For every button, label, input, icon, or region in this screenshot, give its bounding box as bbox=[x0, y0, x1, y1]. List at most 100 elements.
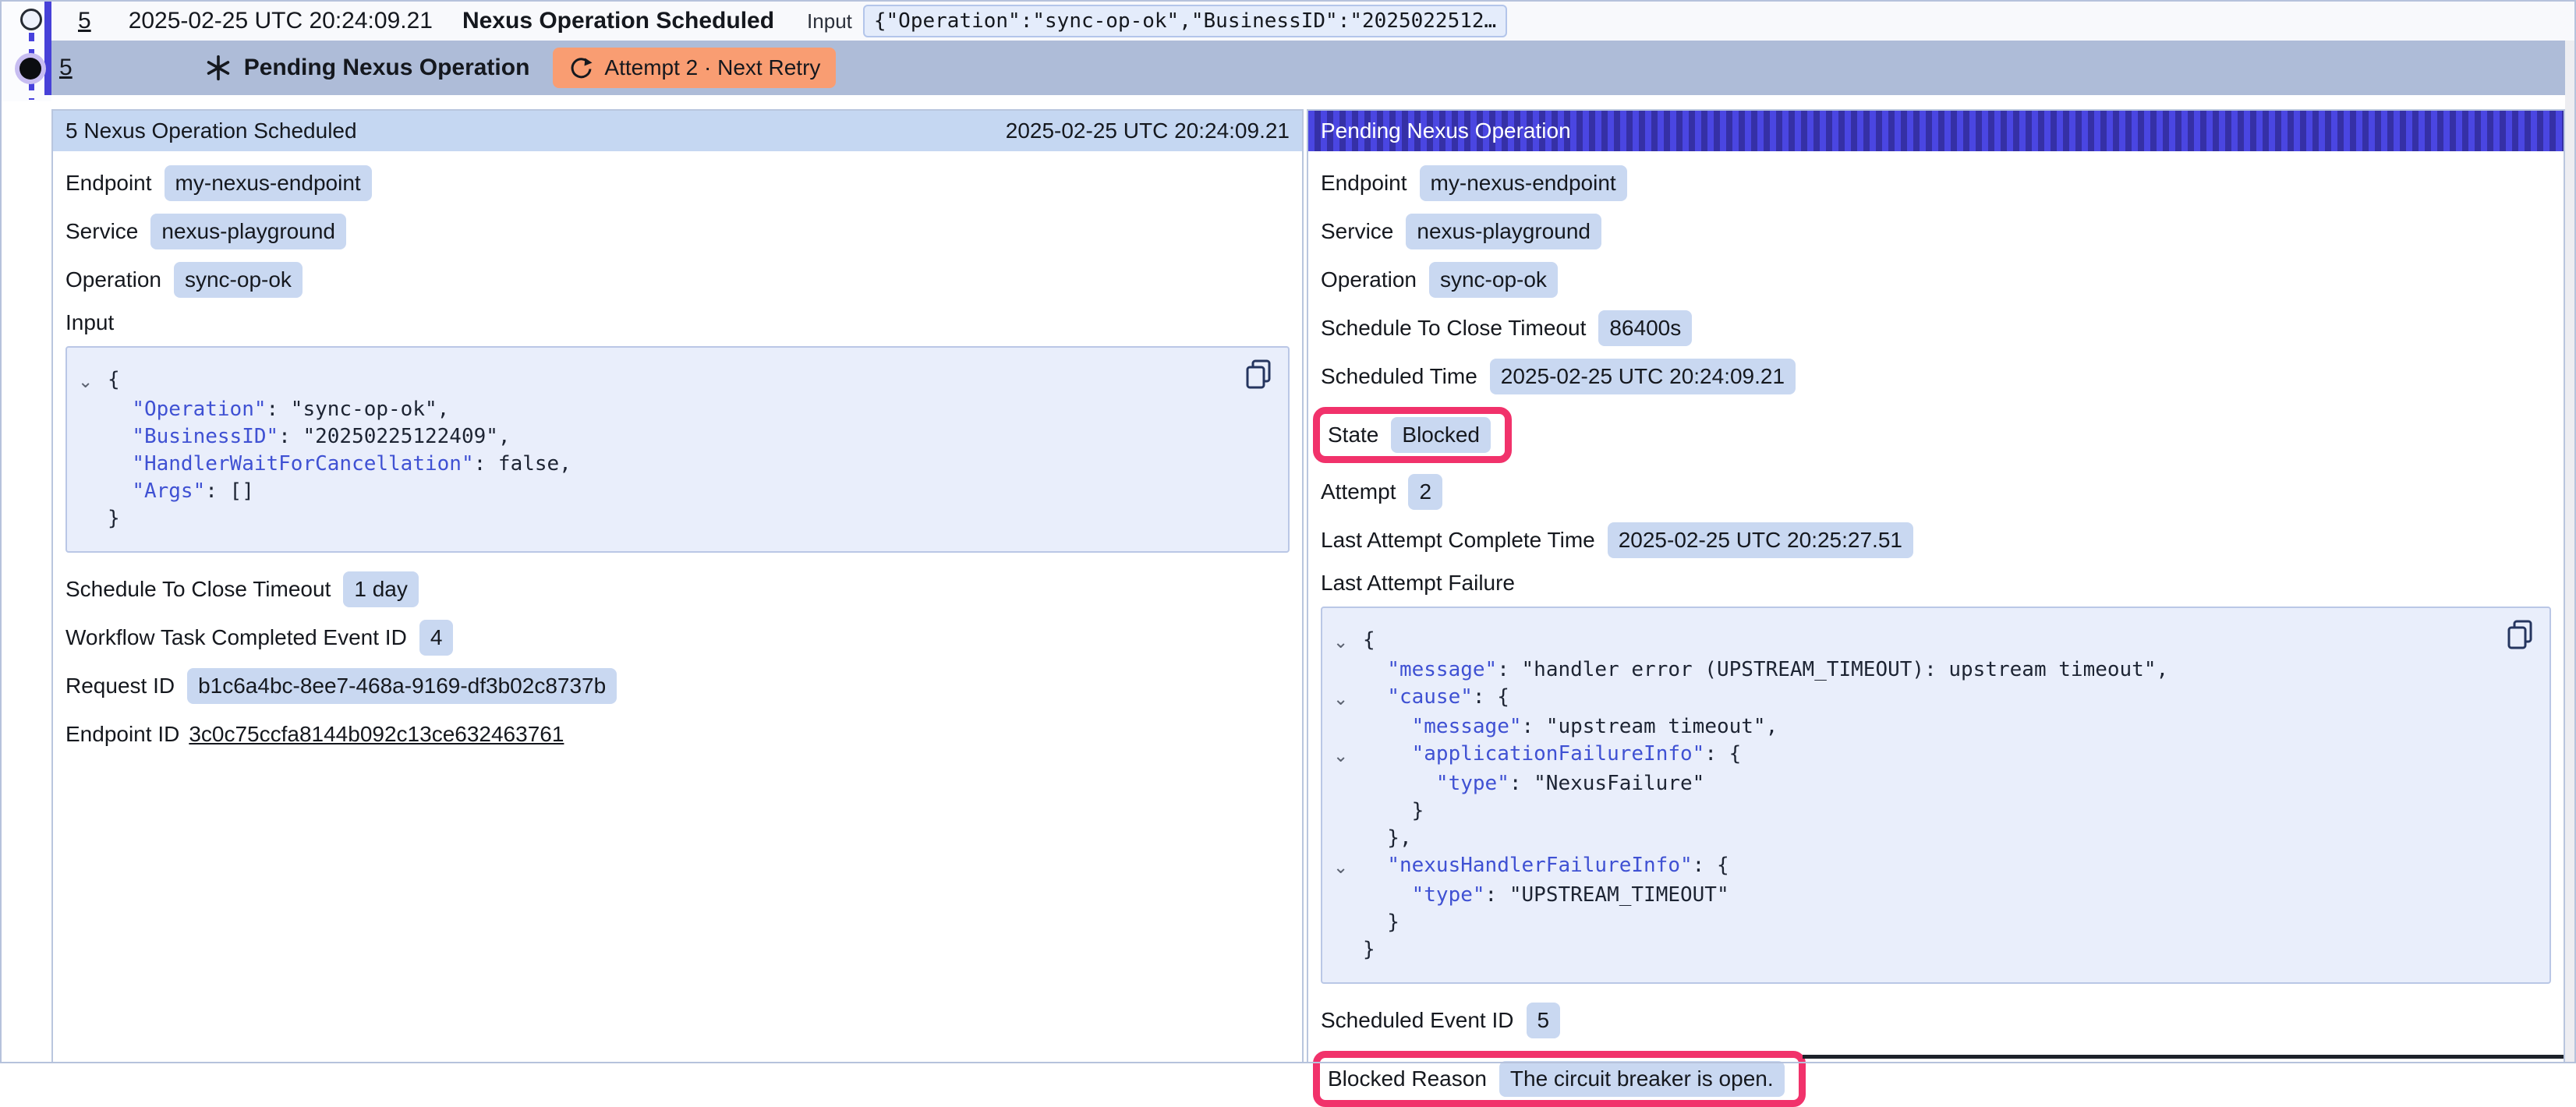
field-schedule-to-close: Schedule To Close Timeout 86400s bbox=[1321, 310, 2551, 346]
code-gutter bbox=[1333, 798, 1363, 825]
field-label: Endpoint bbox=[65, 171, 152, 196]
code-gutter bbox=[1333, 770, 1363, 798]
field-label: Service bbox=[1321, 219, 1393, 244]
field-value-pill: 2025-02-25 UTC 20:25:27.51 bbox=[1608, 522, 1913, 558]
field-wft-completed-event-id: Workflow Task Completed Event ID 4 bbox=[65, 620, 1290, 656]
field-label: Workflow Task Completed Event ID bbox=[65, 625, 407, 650]
code-gutter bbox=[78, 396, 108, 423]
blocked-reason-value-pill: The circuit breaker is open. bbox=[1499, 1061, 1785, 1097]
field-label: Attempt bbox=[1321, 479, 1396, 504]
input-json-viewer: ⌄{ "Operation": "sync-op-ok", "BusinessI… bbox=[65, 346, 1290, 553]
field-value-pill: 5 bbox=[1527, 1003, 1561, 1038]
code-line: } bbox=[78, 505, 1233, 532]
code-line: "message": "handler error (UPSTREAM_TIME… bbox=[1333, 656, 2495, 684]
code-text: "type": "UPSTREAM_TIMEOUT" bbox=[1363, 882, 1729, 909]
event-id-link[interactable]: 5 bbox=[78, 8, 91, 34]
code-gutter bbox=[1333, 825, 1363, 852]
field-value-pill: sync-op-ok bbox=[1429, 262, 1558, 298]
field-label: Service bbox=[65, 219, 138, 244]
event-id-link[interactable]: 5 bbox=[59, 55, 73, 81]
field-value-pill: nexus-playground bbox=[150, 214, 346, 249]
copy-button[interactable] bbox=[2506, 617, 2537, 652]
code-text: } bbox=[1363, 798, 1424, 825]
retry-badge: Attempt 2 · Next Retry bbox=[553, 48, 836, 88]
code-text: "BusinessID": "20250225122409", bbox=[108, 423, 511, 451]
event-detail-panel-scheduled: 5 Nexus Operation Scheduled 2025-02-25 U… bbox=[51, 109, 1304, 1063]
collapse-chevron-icon[interactable]: ⌄ bbox=[1333, 741, 1363, 770]
code-text: }, bbox=[1363, 825, 1412, 852]
code-line: "message": "upstream timeout", bbox=[1333, 713, 2495, 741]
field-value-pill: b1c6a4bc-8ee7-468a-9169-df3b02c8737b bbox=[187, 668, 617, 704]
state-value-pill: Blocked bbox=[1391, 417, 1491, 453]
blocked-reason-annotation-box: Blocked Reason The circuit breaker is op… bbox=[1313, 1051, 1806, 1107]
event-detail-panel-pending: Pending Nexus Operation Endpoint my-nexu… bbox=[1307, 109, 2565, 1063]
field-scheduled-time: Scheduled Time 2025-02-25 UTC 20:24:09.2… bbox=[1321, 359, 2551, 394]
code-gutter bbox=[1333, 909, 1363, 936]
failure-section-label: Last Attempt Failure bbox=[1321, 571, 2551, 596]
code-line: } bbox=[1333, 798, 2495, 825]
field-endpoint-id: Endpoint ID 3c0c75ccfa8144b092c13ce63246… bbox=[65, 716, 1290, 752]
panel-title: Pending Nexus Operation bbox=[1321, 118, 1571, 143]
code-line: } bbox=[1333, 909, 2495, 936]
collapse-chevron-icon[interactable]: ⌄ bbox=[78, 366, 108, 396]
code-gutter bbox=[78, 478, 108, 505]
code-text: "message": "upstream timeout", bbox=[1363, 713, 1778, 741]
event-title: Nexus Operation Scheduled bbox=[462, 8, 774, 34]
endpoint-id-link[interactable]: 3c0c75ccfa8144b092c13ce632463761 bbox=[189, 716, 564, 752]
code-text: { bbox=[1363, 627, 1375, 656]
field-label: Request ID bbox=[65, 674, 175, 699]
field-label: Operation bbox=[1321, 267, 1417, 292]
field-blocked-reason: Blocked Reason The circuit breaker is op… bbox=[1328, 1061, 1785, 1097]
field-scheduled-event-id: Scheduled Event ID 5 bbox=[1321, 1003, 2551, 1038]
code-gutter bbox=[1333, 936, 1363, 964]
code-line: ⌄{ bbox=[1333, 627, 2495, 656]
code-text: "message": "handler error (UPSTREAM_TIME… bbox=[1363, 656, 2168, 684]
retry-icon bbox=[568, 55, 593, 80]
field-label: Schedule To Close Timeout bbox=[65, 577, 331, 602]
code-line: "Args": [] bbox=[78, 478, 1233, 505]
code-gutter bbox=[78, 505, 108, 532]
field-label: Blocked Reason bbox=[1328, 1066, 1487, 1091]
code-line: }, bbox=[1333, 825, 2495, 852]
code-gutter bbox=[1333, 713, 1363, 741]
field-value-pill: sync-op-ok bbox=[174, 262, 303, 298]
field-endpoint: Endpoint my-nexus-endpoint bbox=[65, 165, 1290, 201]
vertical-scrollbar[interactable] bbox=[2565, 41, 2574, 1062]
code-line: "type": "UPSTREAM_TIMEOUT" bbox=[1333, 882, 2495, 909]
collapse-chevron-icon[interactable]: ⌄ bbox=[1333, 684, 1363, 713]
code-gutter bbox=[1333, 656, 1363, 684]
field-label: Schedule To Close Timeout bbox=[1321, 316, 1586, 341]
bottom-divider-line bbox=[1803, 1055, 2564, 1059]
state-annotation-box: State Blocked bbox=[1313, 407, 1512, 463]
code-text: "applicationFailureInfo": { bbox=[1363, 741, 1741, 770]
code-gutter bbox=[78, 451, 108, 478]
copy-button[interactable] bbox=[1244, 357, 1276, 391]
field-label: Scheduled Event ID bbox=[1321, 1008, 1514, 1033]
field-request-id: Request ID b1c6a4bc-8ee7-468a-9169-df3b0… bbox=[65, 668, 1290, 704]
field-value-pill: 86400s bbox=[1598, 310, 1692, 346]
field-operation: Operation sync-op-ok bbox=[65, 262, 1290, 298]
code-line: ⌄ "applicationFailureInfo": { bbox=[1333, 741, 2495, 770]
panel-time: 2025-02-25 UTC 20:24:09.21 bbox=[1006, 118, 1290, 143]
pending-event-dot-icon bbox=[19, 58, 41, 80]
event-timeline-rail bbox=[0, 0, 51, 101]
field-service: Service nexus-playground bbox=[65, 214, 1290, 249]
code-text: "cause": { bbox=[1363, 684, 1509, 713]
code-line: ⌄ "nexusHandlerFailureInfo": { bbox=[1333, 852, 2495, 882]
field-label: Operation bbox=[65, 267, 161, 292]
event-history-row-pending[interactable]: 5 Pending Nexus Operation Attempt 2 · Ne… bbox=[51, 41, 2574, 95]
field-schedule-to-close: Schedule To Close Timeout 1 day bbox=[65, 571, 1290, 607]
field-attempt: Attempt 2 bbox=[1321, 474, 2551, 510]
event-title: Pending Nexus Operation bbox=[244, 55, 530, 81]
retry-badge-label: Attempt 2 · Next Retry bbox=[604, 55, 820, 80]
field-value-pill: 1 day bbox=[343, 571, 419, 607]
event-circle-icon bbox=[20, 9, 42, 30]
collapse-chevron-icon[interactable]: ⌄ bbox=[1333, 852, 1363, 882]
code-text: "nexusHandlerFailureInfo": { bbox=[1363, 852, 1729, 882]
pending-asterisk-icon bbox=[205, 55, 232, 81]
event-history-row-scheduled[interactable]: 5 2025-02-25 UTC 20:24:09.21 Nexus Opera… bbox=[51, 2, 2574, 41]
code-text: } bbox=[1363, 909, 1399, 936]
panel-header-scheduled: 5 Nexus Operation Scheduled 2025-02-25 U… bbox=[53, 111, 1302, 151]
field-endpoint: Endpoint my-nexus-endpoint bbox=[1321, 165, 2551, 201]
collapse-chevron-icon[interactable]: ⌄ bbox=[1333, 627, 1363, 656]
